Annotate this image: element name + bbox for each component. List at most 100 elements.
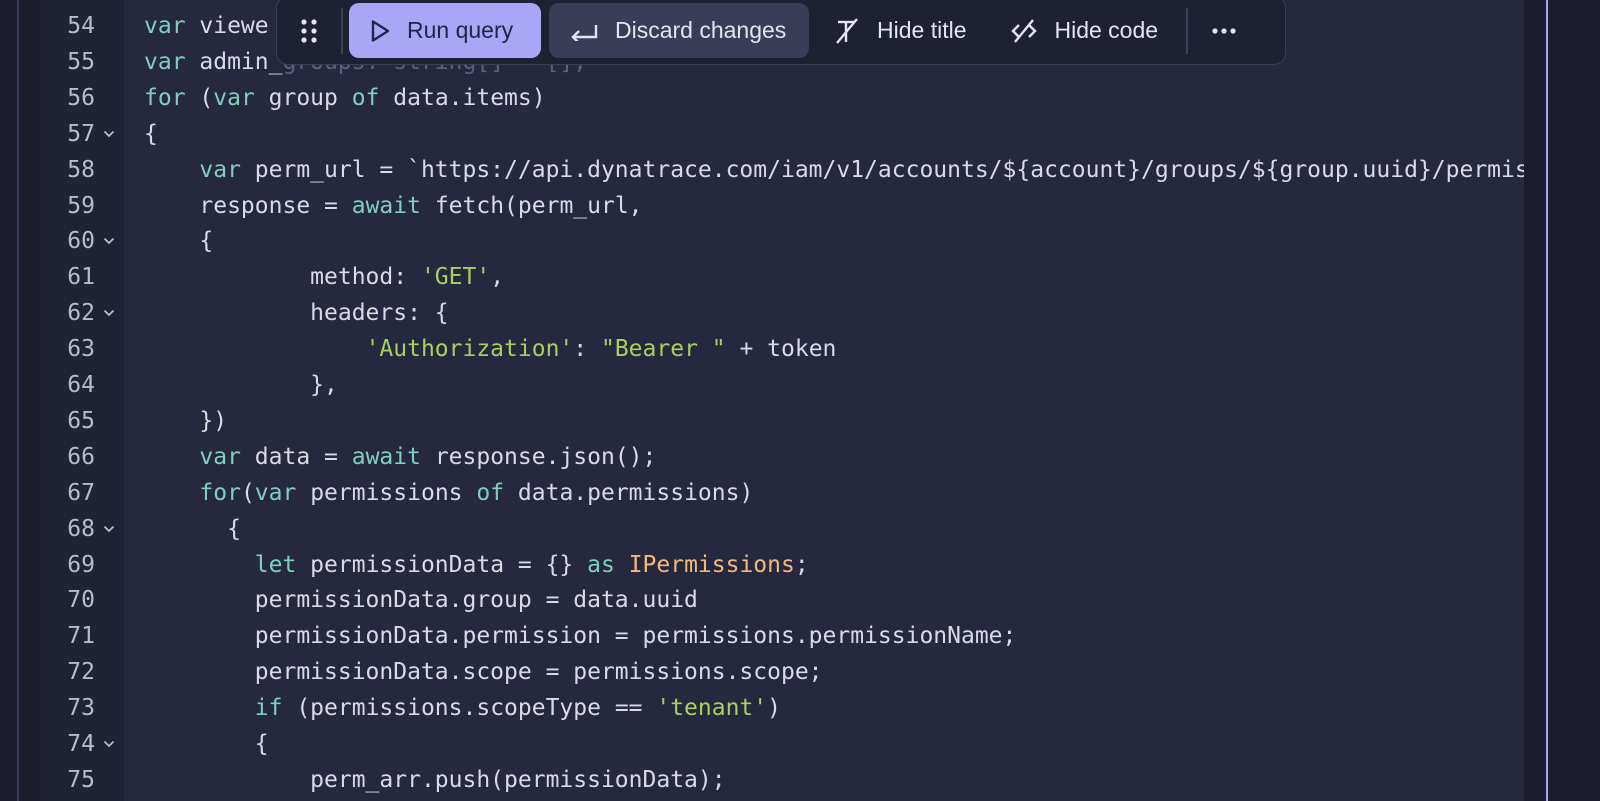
code-token: "Bearer " [600, 336, 726, 363]
drag-handle-icon[interactable] [277, 0, 341, 64]
code-token: ; [794, 551, 809, 578]
code-token: permissionData.scope = permissions.scope… [144, 659, 823, 686]
code-token: method: [144, 264, 421, 291]
code-line[interactable]: 56 for (var group of data.items) [40, 80, 1524, 116]
play-icon [371, 19, 390, 42]
code-text: var perm_url = `https://api.dynatrace.co… [144, 152, 1524, 188]
code-line[interactable]: 74 { [40, 726, 1524, 762]
code-token: data.permissions) [504, 479, 754, 506]
code-token: data = [240, 443, 352, 470]
code-line[interactable]: 61 method: 'GET', [40, 259, 1524, 295]
code-token: headers: { [144, 300, 449, 327]
code-token: { [144, 120, 158, 147]
line-number: 71 [67, 623, 95, 650]
discard-changes-label: Discard changes [615, 17, 787, 43]
code-token: perm_arr.push(permissionData); [144, 766, 726, 793]
line-number: 75 [67, 766, 95, 793]
code-line[interactable]: 63 'Authorization': "Bearer " + token [40, 331, 1524, 367]
code-text: for(var permissions of data.permissions) [144, 475, 753, 511]
line-number: 68 [67, 515, 95, 542]
hide-code-label: Hide code [1054, 17, 1159, 43]
more-options-icon[interactable] [1188, 0, 1260, 64]
line-number: 69 [67, 551, 95, 578]
code-line[interactable]: 57 { [40, 116, 1524, 152]
code-token: permissionData.group = data.uuid [144, 587, 698, 614]
code-token: }, [144, 372, 338, 398]
fold-chevron-icon[interactable] [102, 223, 116, 259]
code-line[interactable]: 75 perm_arr.push(permissionData); [40, 762, 1524, 798]
code-token: data.items) [379, 84, 546, 111]
line-number: 64 [67, 372, 95, 398]
code-token: { [144, 515, 241, 542]
code-token: of [351, 84, 380, 111]
code-token: ( [240, 479, 255, 506]
toolbar-divider [341, 7, 343, 54]
code-token: 'GET' [420, 264, 491, 291]
code-token: var [213, 84, 255, 111]
code-token: 'Authorization' [365, 336, 574, 363]
fold-chevron-icon[interactable] [102, 116, 116, 152]
line-number: 58 [67, 156, 95, 183]
code-token: if [254, 695, 283, 722]
run-query-button[interactable]: Run query [349, 3, 541, 58]
code-line[interactable]: 69 let permissionData = {} as IPermissio… [40, 547, 1524, 583]
code-line[interactable]: 59 response = await fetch(perm_url, [40, 188, 1524, 224]
code-editor[interactable]: 54var viewe55var admin_groups: string[] … [40, 0, 1524, 801]
code-token: ( [185, 84, 214, 111]
code-line[interactable]: 72 permissionData.scope = permissions.sc… [40, 654, 1524, 690]
code-text: response = await fetch(perm_url, [144, 188, 643, 224]
code-token: var [144, 48, 186, 75]
line-number: 61 [67, 264, 95, 291]
code-token: fetch(perm_url, [420, 192, 643, 219]
code-text: permissionData.scope = permissions.scope… [144, 654, 823, 690]
code-line[interactable]: 64 }, [40, 367, 1524, 403]
code-token: permissionData = {} [296, 551, 588, 578]
code-text: { [144, 116, 158, 152]
hide-title-button[interactable]: Hide title [813, 3, 986, 58]
code-token: IPermissions [628, 551, 795, 578]
code-token: permissionData.permission = permissions.… [144, 623, 1017, 650]
code-line[interactable]: 70 permissionData.group = data.uuid [40, 582, 1524, 618]
hide-code-button[interactable]: Hide code [990, 3, 1178, 58]
code-token: response = [144, 192, 352, 219]
code-token: }) [144, 407, 228, 434]
line-number: 60 [67, 228, 95, 255]
code-token: perm_url = `https://api.dynatrace.com/ia… [240, 156, 1524, 183]
line-number: 54 [67, 13, 95, 39]
fold-chevron-icon[interactable] [102, 511, 116, 547]
hide-title-label: Hide title [877, 17, 967, 43]
line-number: 65 [67, 407, 95, 434]
code-line[interactable]: 65 }) [40, 403, 1524, 439]
line-number: 63 [67, 336, 95, 363]
code-token: { [144, 228, 214, 255]
line-number: 67 [67, 479, 95, 506]
code-token: var [199, 156, 241, 183]
code-text: { [144, 223, 213, 259]
code-line[interactable]: 71 permissionData.permission = permissio… [40, 618, 1524, 654]
code-token: var [144, 13, 186, 39]
section-toolbar: Run query Discard changes Hide title Hid… [276, 0, 1286, 65]
code-line[interactable]: 68 { [40, 511, 1524, 547]
code-line[interactable]: 60 { [40, 223, 1524, 259]
code-token: as [587, 551, 615, 578]
hide-code-icon [1011, 18, 1038, 43]
code-token: var [254, 479, 297, 506]
run-query-label: Run query [407, 17, 514, 43]
code-token: viewe [185, 13, 269, 39]
fold-chevron-icon[interactable] [102, 295, 116, 331]
fold-chevron-icon[interactable] [102, 726, 116, 762]
discard-changes-button[interactable]: Discard changes [549, 3, 809, 58]
code-line[interactable]: 67 for(var permissions of data.permissio… [40, 475, 1524, 511]
code-token: for [199, 479, 241, 506]
code-line[interactable]: 66 var data = await response.json(); [40, 439, 1524, 475]
code-line[interactable]: 62 headers: { [40, 295, 1524, 331]
code-line[interactable]: 73 if (permissions.scopeType == 'tenant'… [40, 690, 1524, 726]
code-token: : [573, 336, 601, 363]
code-line[interactable]: 58 var perm_url = `https://api.dynatrace… [40, 152, 1524, 188]
line-number: 70 [67, 587, 95, 614]
